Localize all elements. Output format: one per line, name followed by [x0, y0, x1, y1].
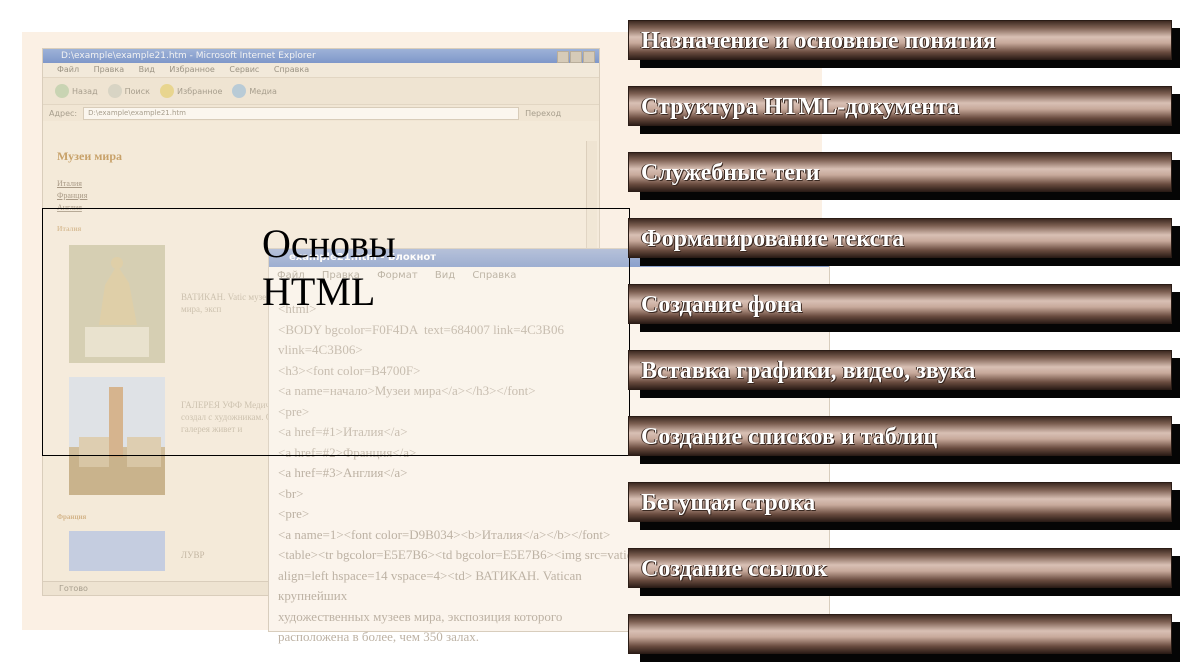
ie-address-bar: Адрес: D:\example\example21.htm Переход: [43, 105, 599, 121]
slide-title-line1: Основы: [262, 221, 396, 266]
ie-toolbar: Назад Поиск Избранное Медиа: [43, 77, 599, 105]
code-line: расположена в более, чем 350 залах.: [278, 629, 479, 644]
menu-button[interactable]: Структура HTML-документа: [628, 86, 1180, 134]
menu-button-label: Структура HTML-документа: [641, 94, 960, 120]
menu-button[interactable]: Назначение и основные понятия: [628, 20, 1180, 68]
button-face: Создание ссылок: [628, 548, 1172, 588]
address-label: Адрес:: [49, 108, 78, 118]
menu-button-label: Создание ссылок: [641, 556, 828, 582]
star-icon: [159, 84, 174, 98]
link-france[interactable]: Франция: [57, 191, 87, 200]
code-line: <table><tr bgcolor=E5E7B6><td bgcolor=E5…: [278, 547, 665, 562]
museum-title: Музеи мира: [57, 149, 122, 163]
button-face: Вставка графики, видео, звука: [628, 350, 1172, 390]
menu-button-label: Форматирование текста: [641, 226, 905, 252]
menu-button[interactable]: Вставка графики, видео, звука: [628, 350, 1180, 398]
ie-menubar: Файл Правка Вид Избранное Сервис Справка: [43, 63, 599, 77]
go-button[interactable]: Переход: [525, 109, 561, 118]
ie-titlebar: D:\example\example21.htm - Microsoft Int…: [43, 49, 599, 63]
menu-button[interactable]: Создание фона: [628, 284, 1180, 332]
close-icon[interactable]: [583, 51, 595, 63]
button-face: Создание фона: [628, 284, 1172, 324]
address-input[interactable]: D:\example\example21.htm: [83, 106, 520, 120]
menu-button[interactable]: [628, 614, 1180, 662]
ie-menu-file[interactable]: Файл: [57, 65, 79, 74]
ie-menu-view[interactable]: Вид: [139, 65, 155, 74]
ie-title: D:\example\example21.htm - Microsoft Int…: [61, 51, 316, 61]
code-line: <a href=#3>Англия</a>: [278, 465, 408, 480]
button-face: [628, 614, 1172, 654]
code-line: align=left hspace=14 vspace=4><td> ВАТИК…: [278, 567, 582, 583]
menu-button-label: Бегущая строка: [641, 490, 816, 516]
back-button[interactable]: Назад: [55, 84, 98, 98]
slide-title-line2: HTML: [262, 269, 376, 314]
ie-menu-edit[interactable]: Правка: [94, 65, 124, 74]
menu-button[interactable]: Создание списков и таблиц: [628, 416, 1180, 464]
louvre-image: [69, 531, 165, 571]
back-label: Назад: [72, 86, 98, 96]
ie-menu-help[interactable]: Справка: [274, 65, 309, 74]
button-face: Назначение и основные понятия: [628, 20, 1172, 60]
link-italy[interactable]: Италия: [57, 179, 82, 188]
code-line: <br>: [278, 485, 304, 501]
button-face: Создание списков и таблиц: [628, 416, 1172, 456]
menu-button-label: Создание фона: [641, 292, 803, 318]
menu-button[interactable]: Форматирование текста: [628, 218, 1180, 266]
button-face: Структура HTML-документа: [628, 86, 1172, 126]
minimize-icon[interactable]: [557, 51, 569, 63]
search-button[interactable]: Поиск: [107, 84, 150, 98]
search-label: Поиск: [124, 86, 150, 96]
media-button[interactable]: Медиа: [232, 84, 277, 98]
menu-button[interactable]: Служебные теги: [628, 152, 1180, 200]
maximize-icon[interactable]: [570, 51, 582, 63]
back-icon: [55, 84, 69, 98]
button-face: Бегущая строка: [628, 482, 1172, 522]
code-line: крупнейших: [278, 588, 348, 603]
menu-button[interactable]: Бегущая строка: [628, 482, 1180, 530]
favorites-label: Избранное: [176, 86, 223, 96]
button-face: Служебные теги: [628, 152, 1172, 192]
favorites-button[interactable]: Избранное: [159, 84, 223, 98]
menu-button-label: Назначение и основные понятия: [641, 28, 996, 54]
ie-menu-tools[interactable]: Сервис: [229, 65, 259, 74]
media-icon: [232, 84, 247, 98]
menu-button-label: Создание списков и таблиц: [641, 424, 938, 450]
slide-title: Основы HTML: [262, 220, 462, 316]
code-line: художественных музеев мира, экспозиция к…: [278, 608, 563, 624]
menu-button-label: Вставка графики, видео, звука: [641, 358, 976, 384]
menu-button[interactable]: Создание ссылок: [628, 548, 1180, 596]
code-line: <pre>: [278, 506, 310, 521]
search-icon: [107, 84, 122, 98]
section-france: Франция: [57, 513, 87, 521]
media-label: Медиа: [249, 86, 277, 96]
menu-button-label: Служебные теги: [641, 160, 820, 186]
code-line: <a name=1><font color=D9B034><b>Италия</…: [278, 526, 611, 542]
button-face: Форматирование текста: [628, 218, 1172, 258]
ie-menu-favorites[interactable]: Избранное: [169, 65, 214, 74]
